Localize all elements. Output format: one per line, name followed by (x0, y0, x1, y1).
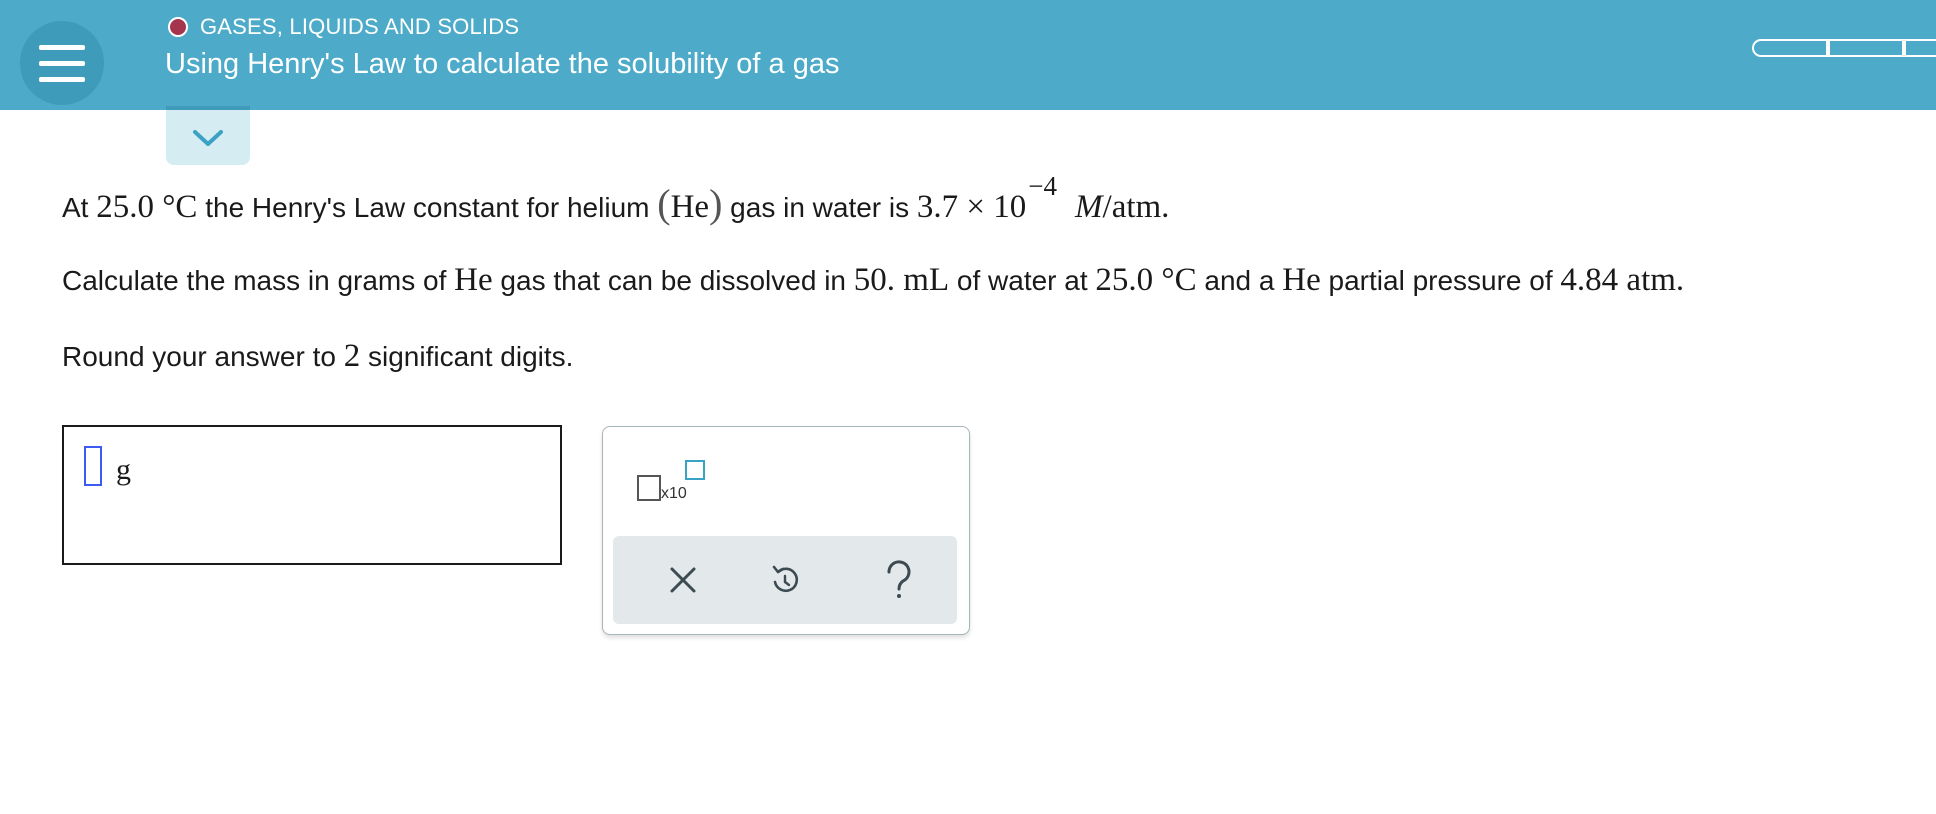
progress-segment (1828, 39, 1904, 57)
mantissa-box-icon (637, 475, 661, 501)
topic-label: GASES, LIQUIDS AND SOLIDS (200, 14, 520, 39)
species-symbol: He (670, 189, 710, 225)
significant-digits-value: 2 (343, 338, 361, 374)
species-symbol: He (454, 262, 493, 298)
close-icon (670, 567, 696, 593)
hamburger-icon (39, 60, 85, 66)
question-text: Round your answer to (62, 341, 344, 372)
x10-label: x10 (661, 485, 687, 502)
scientific-notation-button[interactable]: x10 (633, 457, 713, 517)
answer-cursor-placeholder[interactable] (84, 446, 102, 486)
answer-unit: g (116, 453, 131, 486)
answer-input[interactable]: g (62, 425, 562, 565)
unit-per-atm: /atm. (1102, 189, 1170, 225)
henry-constant-exponent: −4 (1028, 171, 1058, 201)
clear-button[interactable] (659, 556, 707, 604)
species-symbol: He (1282, 262, 1321, 298)
question-text: gas in water is (722, 192, 917, 223)
temperature-value: 25.0 °C (1095, 262, 1197, 298)
hamburger-icon (39, 76, 85, 82)
progress-segment (1752, 39, 1828, 57)
page-title: Using Henry's Law to calculate the solub… (165, 48, 840, 80)
question-line-3: Round your answer to 2 significant digit… (62, 338, 573, 375)
menu-button[interactable] (20, 21, 104, 105)
question-text: gas that can be dissolved in (492, 265, 854, 296)
question-text: partial pressure of (1320, 265, 1561, 296)
math-tool-panel: x10 (602, 426, 970, 635)
undo-button[interactable] (761, 556, 809, 604)
question-text: Calculate the mass in grams of (62, 265, 455, 296)
question-text: At (62, 192, 97, 223)
progress-segment (1904, 39, 1936, 57)
henry-constant-coefficient: 3.7 × 10 (916, 189, 1027, 225)
unit-molarity: M (1075, 189, 1103, 225)
chevron-down-icon (193, 129, 223, 146)
question-mark-icon (887, 560, 911, 598)
question-text: of water at (949, 265, 1096, 296)
question-text: significant digits. (360, 341, 574, 372)
topic-row: GASES, LIQUIDS AND SOLIDS (168, 12, 519, 42)
hamburger-icon (39, 44, 85, 50)
question-line-2: Calculate the mass in grams of He gas th… (62, 262, 1684, 299)
temperature-value: 25.0 °C (96, 189, 198, 225)
question-text: the Henry's Law constant for helium (197, 192, 658, 223)
paren-close: ) (709, 181, 723, 226)
topic-status-dot (168, 17, 188, 37)
paren-open: ( (657, 181, 671, 226)
undo-icon (772, 565, 799, 593)
progress-indicator (1752, 39, 1936, 57)
pressure-value: 4.84 atm. (1560, 262, 1685, 298)
volume-value: 50. mL (853, 262, 950, 298)
exponent-box-icon (685, 460, 705, 480)
collapse-toggle-button[interactable] (166, 106, 250, 165)
question-line-1: At 25.0 °C the Henry's Law constant for … (62, 171, 1170, 227)
question-text: and a (1196, 265, 1283, 296)
action-bar (613, 536, 957, 624)
help-button[interactable] (875, 556, 923, 604)
header-bar: GASES, LIQUIDS AND SOLIDS Using Henry's … (0, 0, 1936, 110)
